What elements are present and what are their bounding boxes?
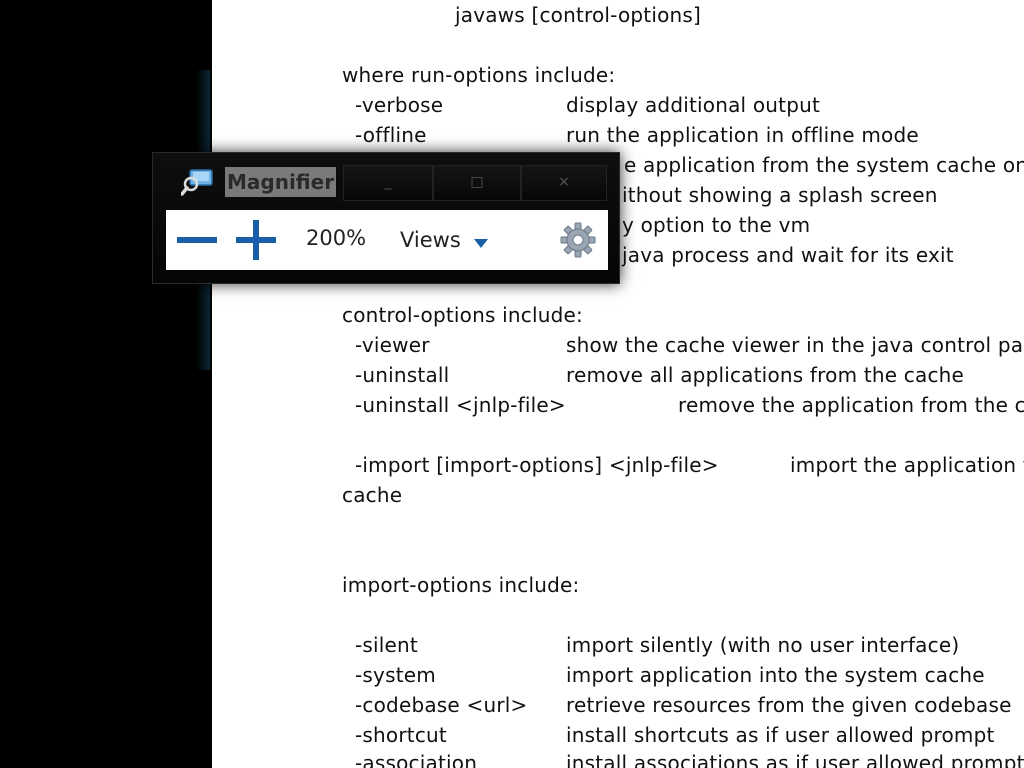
document-page: javaws [control-options] where run-optio… bbox=[212, 0, 1024, 768]
doc-line: e application from the system cache only bbox=[624, 153, 1024, 177]
doc-line: run the application in offline mode bbox=[566, 123, 919, 147]
doc-line: retrieve resources from the given codeba… bbox=[566, 693, 1012, 717]
magnifier-titlebar[interactable]: Magnifier _ □ × bbox=[153, 153, 619, 209]
magnifier-app-icon bbox=[180, 167, 215, 197]
magnifier-window[interactable]: Magnifier _ □ × 200% Views bbox=[152, 152, 620, 284]
doc-line: cache bbox=[342, 483, 403, 507]
caret-down-icon bbox=[473, 233, 488, 252]
doc-line: install associations as if user allowed … bbox=[566, 751, 1024, 768]
window-title: Magnifier bbox=[225, 167, 337, 197]
doc-line: show the cache viewer in the java contro… bbox=[566, 333, 1024, 357]
doc-line: display additional output bbox=[566, 93, 821, 117]
doc-line: -viewer bbox=[355, 333, 430, 357]
maximize-button[interactable]: □ bbox=[433, 165, 521, 201]
doc-line: y option to the vm bbox=[622, 213, 811, 237]
doc-line: control-options include: bbox=[342, 303, 583, 327]
zoom-out-button[interactable] bbox=[176, 224, 218, 256]
doc-line: -import [import-options] <jnlp-file> bbox=[355, 453, 719, 477]
doc-line: javaws [control-options] bbox=[455, 3, 702, 27]
gear-icon bbox=[560, 222, 596, 258]
doc-line: -offline bbox=[355, 123, 427, 147]
doc-line: -uninstall bbox=[355, 363, 450, 387]
views-dropdown[interactable]: Views bbox=[400, 224, 488, 256]
close-button[interactable]: × bbox=[521, 165, 607, 201]
doc-line: -association bbox=[355, 751, 478, 768]
doc-line: ithout showing a splash screen bbox=[622, 183, 938, 207]
doc-line: import-options include: bbox=[342, 573, 580, 597]
doc-line: -shortcut bbox=[355, 723, 447, 747]
plus-icon bbox=[236, 220, 276, 260]
minimize-button[interactable]: _ bbox=[343, 165, 433, 201]
doc-line: -verbose bbox=[355, 93, 444, 117]
doc-line: -system bbox=[355, 663, 436, 687]
views-label: Views bbox=[400, 228, 461, 252]
minus-icon bbox=[177, 237, 217, 243]
doc-line: where run-options include: bbox=[342, 63, 616, 87]
desktop-backdrop bbox=[0, 0, 304, 768]
magnifier-toolbar: 200% Views bbox=[166, 210, 608, 270]
doc-line: import silently (with no user interface) bbox=[566, 633, 960, 657]
zoom-in-button[interactable] bbox=[234, 220, 278, 260]
doc-line: install shortcuts as if user allowed pro… bbox=[566, 723, 995, 747]
doc-line: java process and wait for its exit bbox=[622, 243, 954, 267]
zoom-level: 200% bbox=[306, 226, 367, 250]
doc-line: remove all applications from the cache bbox=[566, 363, 965, 387]
doc-line: import application into the system cache bbox=[566, 663, 985, 687]
options-button[interactable] bbox=[560, 222, 596, 258]
doc-line: -uninstall <jnlp-file> bbox=[355, 393, 566, 417]
doc-line: -silent bbox=[355, 633, 418, 657]
doc-line: import the application to the bbox=[790, 453, 1024, 477]
doc-line: -codebase <url> bbox=[355, 693, 528, 717]
doc-line: remove the application from the cache bbox=[678, 393, 1024, 417]
